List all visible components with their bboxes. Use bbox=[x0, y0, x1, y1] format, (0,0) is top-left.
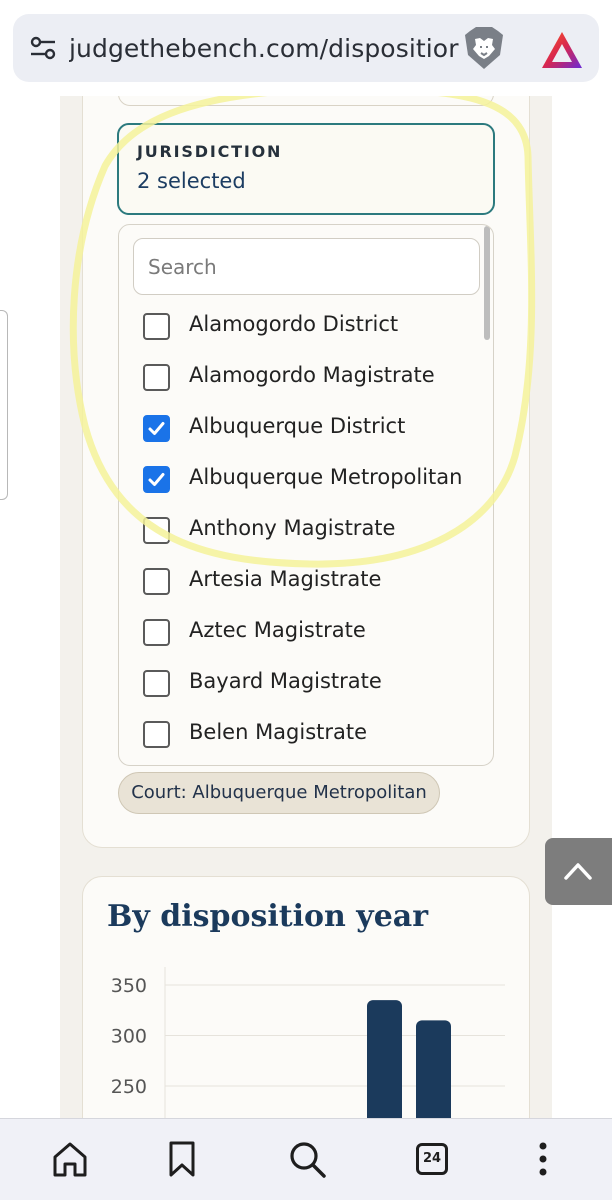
checkmark-icon bbox=[148, 422, 165, 435]
scroll-to-top-button[interactable] bbox=[545, 838, 612, 905]
jurisdiction-option-label: Alamogordo Magistrate bbox=[189, 363, 435, 387]
jurisdiction-option-label: Anthony Magistrate bbox=[189, 516, 396, 540]
dropdown-scrollbar[interactable] bbox=[484, 225, 492, 765]
disposition-year-chart: 350 300 250 bbox=[111, 967, 505, 1118]
jurisdiction-option[interactable]: Belen Magistrate bbox=[143, 714, 483, 754]
page-content: JURISDICTION 2 selected Alamogordo Distr… bbox=[0, 96, 612, 1118]
tab-switcher-button[interactable]: 24 bbox=[416, 1143, 456, 1183]
jurisdiction-option-label: Artesia Magistrate bbox=[189, 567, 382, 591]
checkbox-unchecked[interactable] bbox=[143, 721, 170, 748]
tab-count: 24 bbox=[416, 1143, 448, 1175]
jurisdiction-dropdown: Alamogordo District Alamogordo Magistrate… bbox=[118, 224, 494, 766]
checkbox-unchecked[interactable] bbox=[143, 568, 170, 595]
jurisdiction-option-label: Bayard Magistrate bbox=[189, 669, 382, 693]
site-settings-icon[interactable] bbox=[29, 34, 57, 62]
browser-toolbar: judgethebench.com/dispositior bbox=[0, 0, 612, 96]
chart-bar[interactable] bbox=[416, 1020, 451, 1118]
brave-shields-icon[interactable] bbox=[462, 25, 506, 71]
jurisdiction-value: 2 selected bbox=[137, 169, 246, 193]
checkbox-unchecked[interactable] bbox=[143, 619, 170, 646]
active-filter-chip[interactable]: Court: Albuquerque Metropolitan bbox=[118, 772, 440, 814]
checkbox-unchecked[interactable] bbox=[143, 517, 170, 544]
jurisdiction-option[interactable]: Albuquerque District bbox=[143, 408, 483, 448]
previous-filter-field[interactable] bbox=[118, 96, 494, 106]
chevron-up-icon bbox=[564, 863, 592, 880]
jurisdiction-option-label: Albuquerque Metropolitan bbox=[189, 465, 463, 489]
jurisdiction-option[interactable]: Alamogordo Magistrate bbox=[143, 357, 483, 397]
y-tick-label: 350 bbox=[111, 975, 147, 997]
jurisdiction-option-label: Aztec Magistrate bbox=[189, 618, 366, 642]
browser-bottom-toolbar: 24 bbox=[0, 1118, 612, 1200]
jurisdiction-search-input[interactable] bbox=[133, 238, 480, 295]
checkbox-unchecked[interactable] bbox=[143, 670, 170, 697]
checkbox-checked[interactable] bbox=[143, 415, 170, 442]
chart-bar[interactable] bbox=[367, 1000, 402, 1118]
jurisdiction-select[interactable]: JURISDICTION 2 selected bbox=[117, 123, 495, 215]
side-drawer-handle[interactable] bbox=[0, 310, 8, 500]
jurisdiction-option-label: Belen Magistrate bbox=[189, 720, 368, 744]
jurisdiction-option[interactable]: Bayard Magistrate bbox=[143, 663, 483, 703]
jurisdiction-option[interactable]: Anthony Magistrate bbox=[143, 510, 483, 550]
chart-title: By disposition year bbox=[107, 899, 429, 934]
bookmark-icon[interactable] bbox=[162, 1139, 202, 1179]
jurisdiction-option[interactable]: Albuquerque Metropolitan bbox=[143, 459, 483, 499]
checkbox-unchecked[interactable] bbox=[143, 313, 170, 340]
jurisdiction-label: JURISDICTION bbox=[137, 142, 283, 161]
url-text[interactable]: judgethebench.com/dispositior bbox=[69, 31, 461, 67]
jurisdiction-option-label: Albuquerque District bbox=[189, 414, 406, 438]
jurisdiction-option[interactable]: Aztec Magistrate bbox=[143, 612, 483, 652]
disposition-year-card: By disposition year 350 300 250 bbox=[82, 876, 530, 1118]
jurisdiction-option-label: Alamogordo District bbox=[189, 312, 399, 336]
scrollbar-thumb[interactable] bbox=[484, 226, 490, 340]
address-bar[interactable]: judgethebench.com/dispositior bbox=[13, 14, 599, 82]
brave-rewards-icon[interactable] bbox=[540, 30, 584, 70]
y-tick-label: 300 bbox=[111, 1026, 147, 1048]
checkbox-checked[interactable] bbox=[143, 466, 170, 493]
y-tick-label: 250 bbox=[111, 1076, 147, 1098]
search-icon[interactable] bbox=[287, 1139, 327, 1179]
jurisdiction-option[interactable]: Artesia Magistrate bbox=[143, 561, 483, 601]
checkmark-icon bbox=[148, 473, 165, 486]
more-menu-icon[interactable] bbox=[523, 1139, 563, 1179]
home-icon[interactable] bbox=[50, 1139, 90, 1179]
checkbox-unchecked[interactable] bbox=[143, 364, 170, 391]
jurisdiction-option[interactable]: Alamogordo District bbox=[143, 306, 483, 346]
